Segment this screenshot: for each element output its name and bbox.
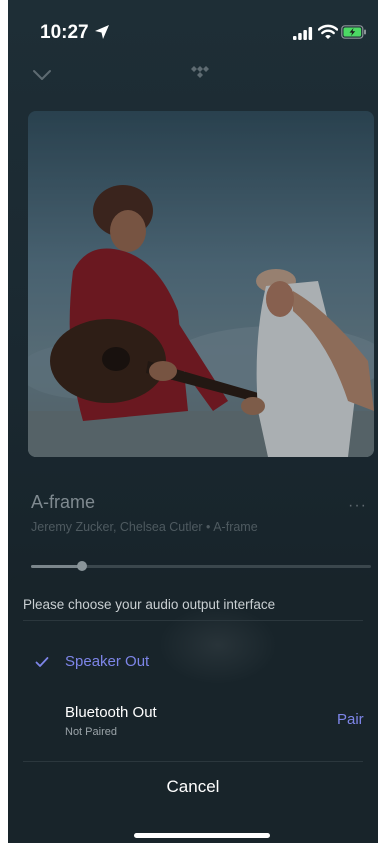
location-arrow-icon bbox=[94, 24, 110, 45]
artwork-dim-overlay bbox=[28, 111, 374, 457]
sheet-title: Please choose your audio output interfac… bbox=[23, 597, 276, 612]
more-options-icon[interactable]: ··· bbox=[348, 497, 367, 515]
album-artwork bbox=[28, 111, 374, 457]
status-bar: 10:27 bbox=[8, 0, 378, 66]
screen: 10:27 A-frame ··· Jeremy Zucker, Chelsea… bbox=[8, 0, 378, 843]
divider bbox=[23, 761, 363, 762]
bluetooth-out-label: Bluetooth Out bbox=[65, 704, 157, 721]
wifi-icon bbox=[317, 24, 339, 45]
divider bbox=[23, 620, 363, 621]
cancel-button[interactable]: Cancel bbox=[8, 770, 378, 804]
tidal-logo-icon bbox=[188, 64, 212, 89]
status-time: 10:27 bbox=[40, 22, 89, 43]
bluetooth-status: Not Paired bbox=[65, 726, 117, 738]
track-artists: Jeremy Zucker, Chelsea Cutler • A-frame bbox=[31, 520, 258, 534]
option-speaker-out[interactable] bbox=[8, 637, 378, 685]
cellular-signal-icon bbox=[293, 27, 313, 45]
progress-fill bbox=[31, 565, 82, 568]
chevron-down-icon[interactable] bbox=[32, 68, 52, 86]
battery-charging-icon bbox=[341, 25, 367, 44]
playback-progress-bar[interactable] bbox=[31, 561, 371, 571]
track-title: A-frame bbox=[31, 492, 96, 512]
home-indicator bbox=[134, 833, 270, 838]
audio-output-sheet: Please choose your audio output interfac… bbox=[8, 575, 378, 843]
checkmark-icon bbox=[35, 655, 49, 673]
pair-button[interactable]: Pair bbox=[337, 711, 364, 728]
option-bluetooth-out[interactable] bbox=[8, 690, 318, 750]
progress-knob[interactable] bbox=[77, 561, 87, 571]
speaker-out-label: Speaker Out bbox=[65, 653, 150, 670]
